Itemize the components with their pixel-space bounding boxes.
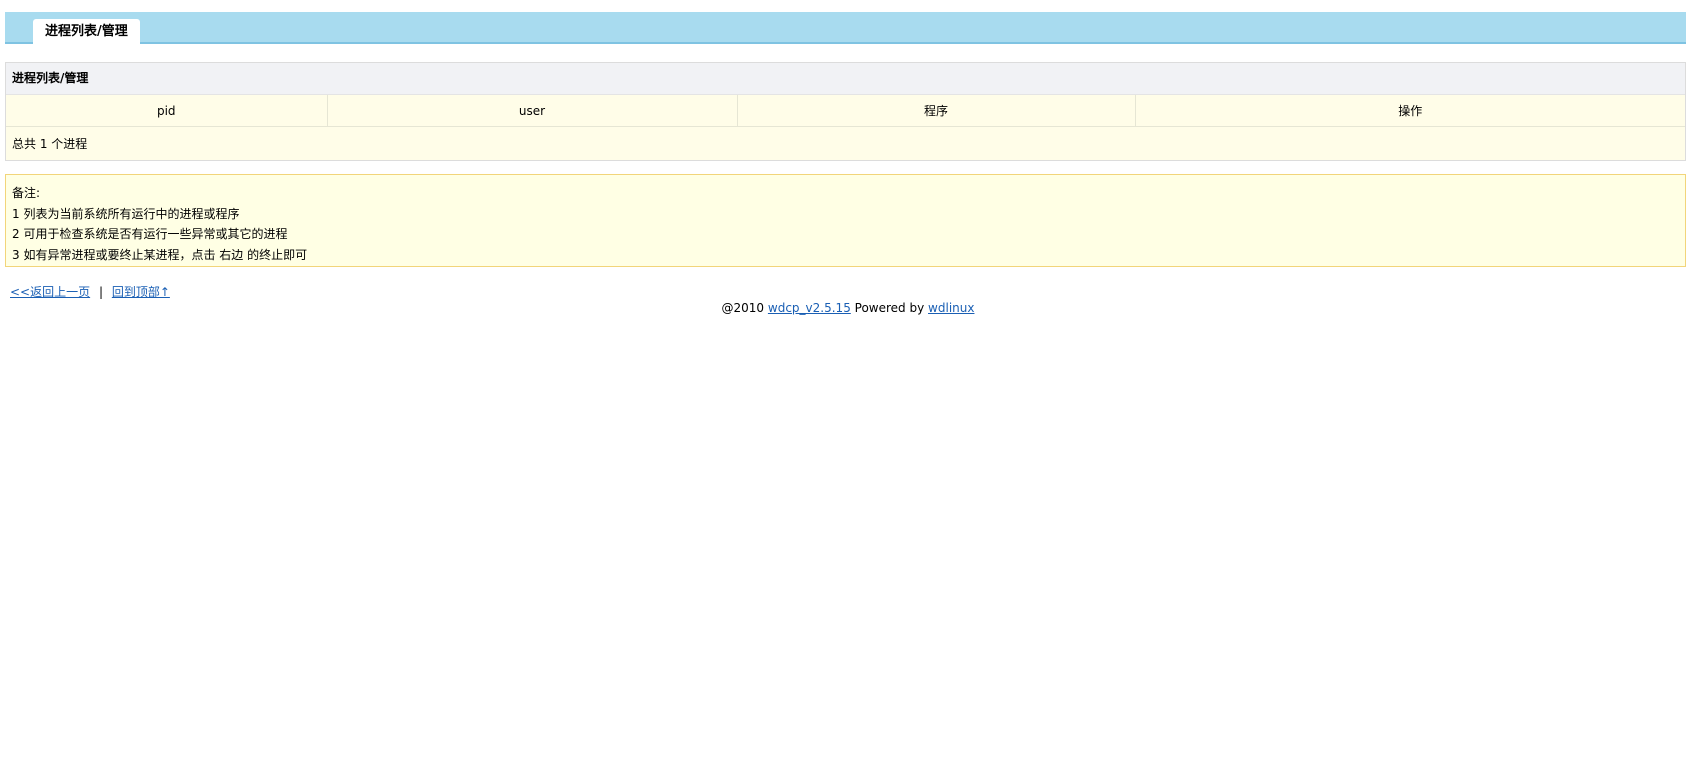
footer-copyright: @2010 <box>721 301 765 315</box>
link-separator: | <box>98 285 103 299</box>
panel-title: 进程列表/管理 <box>6 63 1685 95</box>
column-header-pid: pid <box>6 95 328 127</box>
notes-box: 备注: 1 列表为当前系统所有运行中的进程或程序 2 可用于检查系统是否有运行一… <box>5 174 1686 267</box>
table-row: 总共 1 个进程 <box>6 126 1685 160</box>
vendor-link[interactable]: wdlinux <box>928 301 974 315</box>
column-header-user: user <box>327 95 738 127</box>
notes-line: 1 列表为当前系统所有运行中的进程或程序 <box>12 206 240 221</box>
footer: @2010 wdcp_v2.5.15 Powered by wdlinux <box>0 301 1696 315</box>
tab-process-list[interactable]: 进程列表/管理 <box>33 19 140 44</box>
process-table: pid user 程序 操作 总共 1 个进程 <box>6 95 1685 160</box>
footer-powered-by: Powered by <box>854 301 925 315</box>
process-list-panel: 进程列表/管理 pid user 程序 操作 总共 1 个进程 <box>5 62 1686 161</box>
back-link[interactable]: <<返回上一页 <box>10 285 90 299</box>
top-tab-bar: 进程列表/管理 <box>5 12 1686 44</box>
notes-line: 3 如有异常进程或要终止某进程，点击 右边 的终止即可 <box>12 247 308 262</box>
notes-title: 备注: <box>12 186 41 200</box>
notes-line: 2 可用于检查系统是否有运行一些异常或其它的进程 <box>12 227 288 241</box>
page-nav-links: <<返回上一页 | 回到顶部↑ <box>10 283 170 300</box>
process-total: 总共 1 个进程 <box>6 126 1685 160</box>
table-header-row: pid user 程序 操作 <box>6 95 1685 127</box>
column-header-action: 操作 <box>1135 95 1685 127</box>
column-header-program: 程序 <box>737 95 1136 127</box>
back-to-top-link[interactable]: 回到顶部↑ <box>112 285 170 299</box>
product-link[interactable]: wdcp_v2.5.15 <box>768 301 851 315</box>
